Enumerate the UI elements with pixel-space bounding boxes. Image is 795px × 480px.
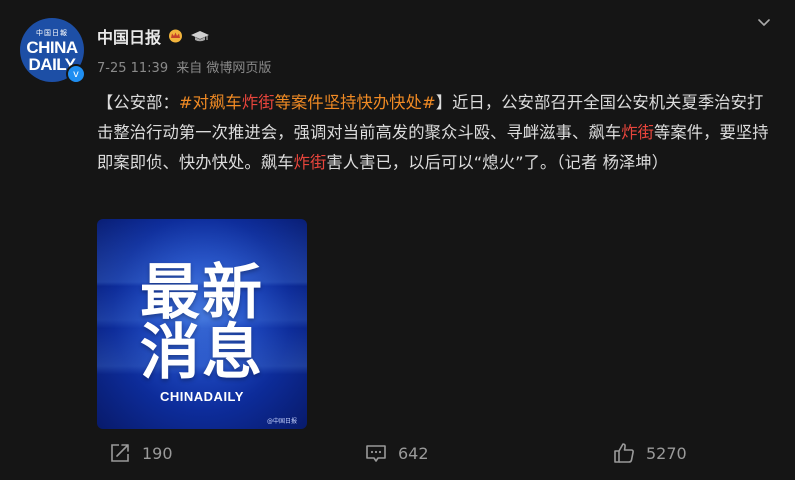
comment-icon: [366, 445, 386, 462]
bracket-open: 【: [97, 93, 114, 112]
author-name[interactable]: 中国日报: [97, 24, 161, 48]
repost-icon: [111, 444, 129, 462]
topic-link[interactable]: #对飙车炸街等案件坚持快办快处#: [179, 93, 436, 112]
post-text: 【公安部：#对飙车炸街等案件坚持快办快处#】近日，公安部召开全国公安机关夏季治安…: [97, 88, 777, 178]
verified-icon: v: [66, 64, 86, 84]
chevron-down-icon[interactable]: [755, 14, 773, 32]
post-source: 来自 微博网页版: [176, 61, 272, 76]
highlight-keyword-2: 炸街: [293, 153, 327, 172]
post-prefix: 公安部：: [113, 93, 179, 112]
bracket-close: 】: [435, 93, 453, 112]
post-image[interactable]: 最新 消息 CHINADAILY @中国日报: [97, 219, 307, 429]
author-row: 中国日报: [97, 24, 210, 48]
comment-count: 642: [398, 443, 429, 463]
thumbs-up-icon: [614, 443, 634, 463]
like-count: 5270: [646, 443, 687, 463]
post-meta: 7-25 11:39 来自 微博网页版: [97, 57, 275, 76]
repost-count: 190: [142, 443, 173, 463]
avatar-line1: CHINA: [26, 37, 78, 57]
topic-part-a: #对飙车: [178, 93, 242, 112]
repost-button[interactable]: 190: [108, 441, 173, 465]
topic-highlight: 炸街: [241, 93, 275, 112]
highlight-keyword-1: 炸街: [621, 123, 654, 142]
image-title-line1: 最新: [140, 258, 264, 328]
image-brand: CHINADAILY: [160, 389, 244, 404]
image-watermark: @中国日报: [266, 418, 297, 425]
avatar-small-text: 中国日報: [36, 28, 68, 37]
comment-button[interactable]: 642: [364, 441, 429, 465]
gold-crown-badge-icon[interactable]: [167, 29, 184, 43]
topic-part-b: 等案件坚持快办快处#: [274, 93, 436, 112]
post-date[interactable]: 7-25 11:39: [97, 61, 168, 76]
image-title-line2: 消息: [140, 318, 264, 388]
body-text-3: 害人害已，以后可以“熄火”了。（记者 杨泽坤）: [326, 153, 669, 172]
graduation-cap-icon[interactable]: [190, 29, 210, 43]
like-button[interactable]: 5270: [612, 441, 687, 465]
